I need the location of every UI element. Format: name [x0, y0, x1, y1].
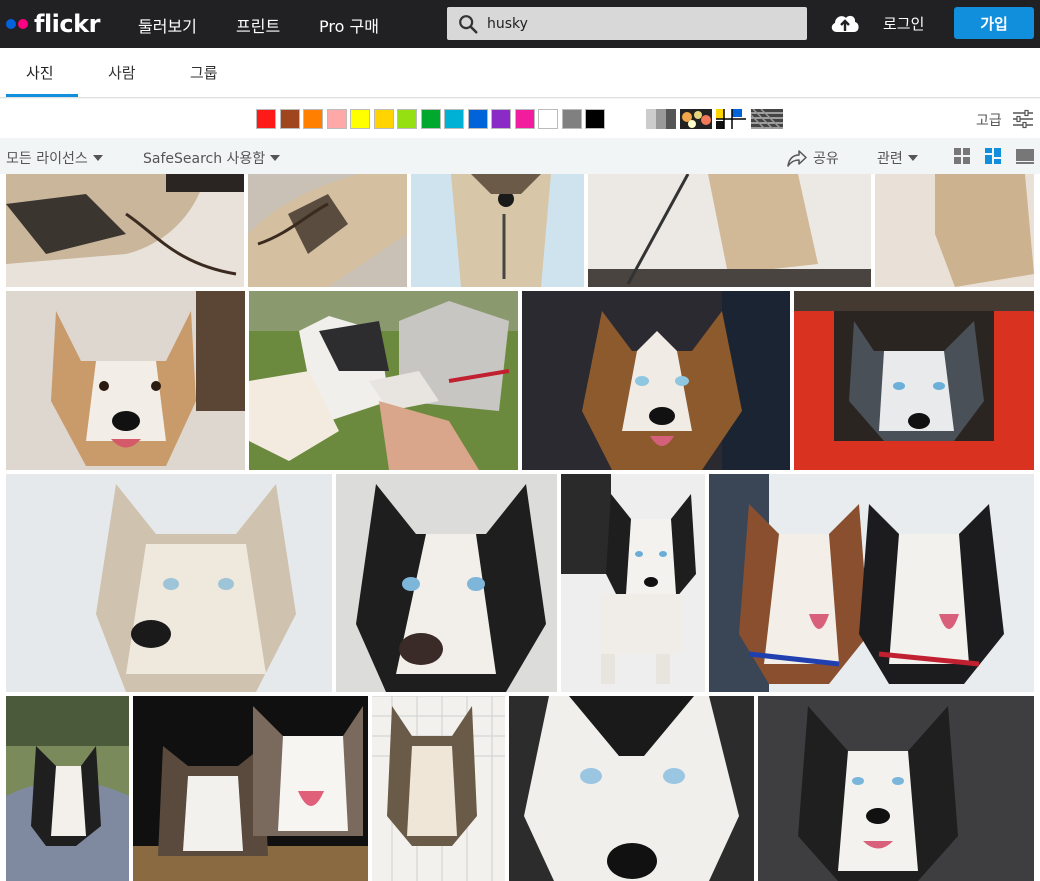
- chevron-down-icon: [92, 155, 103, 161]
- tab-photos[interactable]: 사진: [26, 62, 54, 83]
- photo-tile[interactable]: [522, 291, 790, 470]
- photo-tile[interactable]: [794, 291, 1034, 470]
- husky-photo: [561, 474, 705, 692]
- color-swatch[interactable]: [303, 109, 323, 129]
- color-swatch[interactable]: [561, 109, 582, 129]
- nav-explore[interactable]: 둘러보기: [138, 13, 197, 37]
- husky-photo: [249, 291, 518, 470]
- sort-dropdown[interactable]: 관련: [877, 148, 918, 168]
- share-icon: [787, 150, 807, 167]
- photo-tile[interactable]: [509, 696, 754, 881]
- husky-photo: [6, 474, 332, 692]
- husky-photo: [372, 696, 505, 881]
- husky-photo: [794, 291, 1034, 470]
- photo-tile[interactable]: [875, 174, 1034, 287]
- shallow-depth-filter-icon[interactable]: [680, 109, 712, 129]
- logo-text: flickr: [34, 10, 100, 38]
- husky-photo: [875, 174, 1034, 287]
- color-swatch[interactable]: [585, 109, 605, 129]
- husky-photo: [522, 291, 790, 470]
- share-label: 공유: [813, 151, 839, 167]
- join-button[interactable]: 가입: [954, 7, 1034, 39]
- color-swatch[interactable]: [256, 109, 276, 129]
- photo-tile[interactable]: [6, 291, 245, 470]
- husky-photo: [509, 696, 754, 881]
- license-label: 모든 라이선스: [6, 151, 88, 167]
- photo-tile[interactable]: [133, 696, 368, 881]
- color-swatch[interactable]: [350, 109, 370, 129]
- color-swatch[interactable]: [397, 109, 417, 129]
- logo-pink-dot: [18, 19, 28, 29]
- filter-row: 모든 라이선스 SafeSearch 사용함 공유 관련: [0, 138, 1040, 174]
- chevron-down-icon: [907, 155, 918, 161]
- color-swatch[interactable]: [420, 109, 441, 129]
- husky-photo: [6, 696, 129, 881]
- husky-photo: [588, 174, 871, 287]
- photo-tile[interactable]: [372, 696, 505, 881]
- nav-pro[interactable]: Pro 구매: [319, 13, 379, 37]
- flickr-logo[interactable]: flickr: [6, 0, 100, 48]
- color-swatch[interactable]: [279, 109, 300, 129]
- photo-tile[interactable]: [248, 174, 407, 287]
- large-view-icon[interactable]: [1015, 147, 1035, 165]
- photo-tile[interactable]: [336, 474, 557, 692]
- search-input[interactable]: [487, 15, 787, 32]
- nav-prints[interactable]: 프린트: [236, 13, 280, 37]
- advanced-link[interactable]: 고급: [976, 110, 1002, 130]
- safesearch-label: SafeSearch 사용함: [143, 151, 266, 167]
- color-filter-row: 고급: [0, 99, 1040, 138]
- grid-small-icon[interactable]: [953, 147, 971, 165]
- photo-tile[interactable]: [6, 174, 244, 287]
- husky-photo: [709, 474, 1034, 692]
- photo-grid: [0, 174, 1040, 881]
- photo-tile[interactable]: [758, 696, 1034, 881]
- husky-photo: [758, 696, 1034, 881]
- justified-icon[interactable]: [984, 147, 1002, 165]
- photo-tile[interactable]: [6, 474, 332, 692]
- license-dropdown[interactable]: 모든 라이선스: [6, 148, 103, 168]
- color-swatch[interactable]: [538, 109, 558, 129]
- color-swatch[interactable]: [444, 109, 464, 129]
- logo-blue-dot: [6, 19, 16, 29]
- minimalist-filter-icon[interactable]: [716, 109, 746, 129]
- color-swatch[interactable]: [373, 109, 394, 129]
- photo-tile[interactable]: [249, 291, 518, 470]
- tab-groups[interactable]: 그룹: [190, 62, 218, 83]
- sort-label: 관련: [877, 151, 903, 167]
- husky-photo: [411, 174, 584, 287]
- upload-cloud-icon[interactable]: [829, 10, 861, 36]
- photo-tile[interactable]: [411, 174, 584, 287]
- top-nav: flickr 둘러보기 프린트 Pro 구매 로그인 가입: [0, 0, 1040, 48]
- color-swatch[interactable]: [326, 109, 347, 129]
- color-swatch[interactable]: [514, 109, 535, 129]
- photo-tile[interactable]: [709, 474, 1034, 692]
- active-tab-indicator: [6, 94, 78, 97]
- search-tabs: 사진 사람 그룹: [0, 48, 1040, 98]
- photo-tile[interactable]: [6, 696, 129, 881]
- husky-photo: [133, 696, 368, 881]
- share-button[interactable]: 공유: [787, 148, 839, 168]
- filters-sliders-icon[interactable]: [1012, 109, 1034, 129]
- photo-tile[interactable]: [561, 474, 705, 692]
- color-swatch[interactable]: [491, 109, 511, 129]
- patterns-filter-icon[interactable]: [751, 109, 783, 129]
- chevron-down-icon: [270, 155, 281, 161]
- husky-photo: [6, 291, 245, 470]
- search-icon: [459, 14, 478, 34]
- husky-photo: [336, 474, 557, 692]
- black-white-filter-icon[interactable]: [646, 109, 676, 129]
- husky-photo: [6, 174, 244, 287]
- tab-people[interactable]: 사람: [108, 62, 136, 83]
- photo-tile[interactable]: [588, 174, 871, 287]
- search-bar[interactable]: [447, 7, 807, 40]
- color-swatch[interactable]: [467, 109, 488, 129]
- husky-photo: [248, 174, 407, 287]
- login-link[interactable]: 로그인: [883, 13, 924, 34]
- safesearch-dropdown[interactable]: SafeSearch 사용함: [143, 148, 281, 168]
